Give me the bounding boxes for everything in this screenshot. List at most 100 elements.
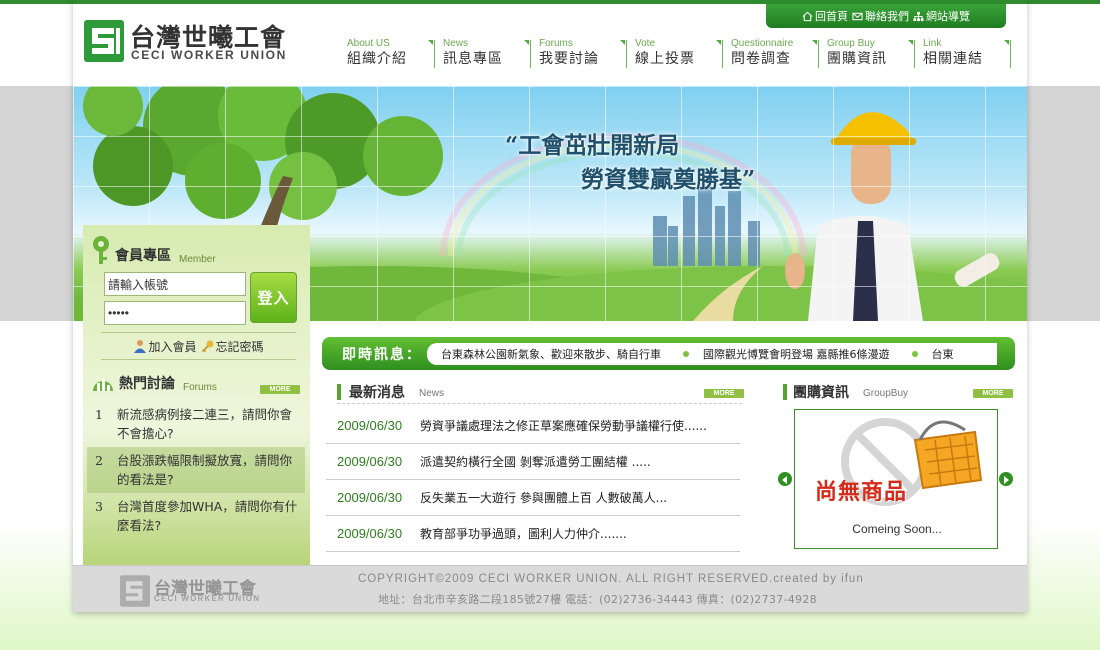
sitemap-link[interactable]: 網站導覽 bbox=[913, 8, 970, 24]
hot-forum-item[interactable]: 3 台灣首度參加WHA，請問你有什麼看法? bbox=[87, 493, 305, 539]
groupbuy-prev-button[interactable] bbox=[778, 472, 792, 486]
member-title-en: Member bbox=[179, 254, 216, 265]
nav-forums-en: Forums bbox=[539, 38, 573, 49]
nav-forums[interactable]: Forums 我要討論 bbox=[533, 38, 629, 72]
user-icon bbox=[134, 340, 147, 353]
groupbuy-title: 團購資訊 bbox=[793, 385, 849, 401]
banner-slogan-line2: 勞資雙贏奠勝基” bbox=[581, 166, 756, 193]
hot-forum-text: 台灣首度參加WHA，請問你有什麼看法? bbox=[117, 499, 298, 533]
account-input[interactable] bbox=[104, 272, 246, 296]
password-input[interactable] bbox=[104, 301, 246, 325]
nav-vote[interactable]: Vote 線上投票 bbox=[629, 38, 725, 72]
section-marker bbox=[337, 384, 341, 400]
nav-forums-zh: 我要討論 bbox=[539, 51, 599, 67]
member-links: 加入會員 忘記密碼 bbox=[101, 332, 296, 360]
news-item[interactable]: 2009/06/30 勞資爭議處理法之修正草案應確保勞動爭議權行使...... bbox=[326, 408, 740, 444]
nav-separator bbox=[434, 40, 435, 68]
ticker-item[interactable]: 台東 bbox=[918, 346, 954, 362]
key-small-icon bbox=[201, 340, 213, 353]
nav-news[interactable]: News 訊息專區 bbox=[437, 38, 533, 72]
ticker-label: 即時訊息： bbox=[342, 347, 422, 363]
nav-corner-icon bbox=[524, 40, 529, 45]
home-icon bbox=[802, 11, 813, 21]
site-footer: 台灣世曦工會 CECI WORKER UNION COPYRIGHT©2009 … bbox=[73, 565, 1027, 612]
forgot-password-link[interactable]: 忘記密碼 bbox=[201, 338, 264, 355]
utility-links: 回首頁 聯絡我們 網站導覽 bbox=[766, 4, 1006, 28]
nav-separator bbox=[722, 40, 723, 68]
nav-link-zh: 相關連結 bbox=[923, 51, 983, 67]
hot-forums-list: 1 新流感病例接二連三，請問你會不會擔心? 2 台股漲跌幅限制擬放寬，請問你的看… bbox=[87, 401, 305, 539]
hot-forums-title: 熱門討論 bbox=[119, 376, 175, 392]
nav-corner-icon bbox=[812, 40, 817, 45]
nav-separator bbox=[818, 40, 819, 68]
ticker-item[interactable]: 台東森林公園新氣象、歡迎來散步、騎自行車 bbox=[427, 346, 661, 362]
news-item[interactable]: 2009/06/30 教育部爭功爭過頭，圖利人力仲介....... bbox=[326, 516, 740, 552]
sitemap-link-label: 網站導覽 bbox=[926, 10, 970, 23]
arrow-right-icon bbox=[1004, 476, 1009, 484]
news-ticker: 即時訊息： 台東森林公園新氣象、歡迎來散步、騎自行車 國際觀光博覽會明登場 嘉縣… bbox=[322, 337, 1015, 370]
nav-separator bbox=[914, 40, 915, 68]
nav-about-en: About US bbox=[347, 38, 390, 49]
nav-news-en: News bbox=[443, 38, 469, 49]
news-more-button[interactable]: MORE bbox=[704, 389, 744, 398]
no-product-label: 尚無商品 bbox=[815, 479, 908, 505]
nav-questionnaire[interactable]: Questionnaire 問卷調查 bbox=[725, 38, 821, 72]
bar-chart-icon bbox=[93, 379, 113, 391]
news-title-text: 反失業五一大遊行 參與團體上百 人數破萬人... bbox=[420, 491, 668, 505]
hot-forum-number: 2 bbox=[95, 453, 103, 468]
news-item[interactable]: 2009/06/30 反失業五一大遊行 參與團體上百 人數破萬人... bbox=[326, 480, 740, 516]
left-sidebar: 會員專區 Member 登入 加入會員 忘記密碼 熱門討論 Forums MOR… bbox=[83, 225, 310, 565]
mail-icon bbox=[852, 12, 863, 20]
nav-news-zh: 訊息專區 bbox=[443, 51, 503, 67]
arrow-left-icon bbox=[782, 476, 787, 484]
nav-separator bbox=[626, 40, 627, 68]
site-logo[interactable]: 台灣世曦工會 CECI WORKER UNION bbox=[84, 18, 294, 66]
hot-forum-item[interactable]: 2 台股漲跌幅限制擬放寬，請問你的看法是? bbox=[87, 447, 305, 493]
login-button[interactable]: 登入 bbox=[250, 272, 297, 323]
groupbuy-title-en: GroupBuy bbox=[863, 388, 909, 399]
nav-vote-en: Vote bbox=[635, 38, 656, 49]
news-title: 最新消息 bbox=[349, 385, 405, 401]
site-header: 台灣世曦工會 CECI WORKER UNION 回首頁 聯絡我們 網站導覽 A… bbox=[73, 0, 1027, 86]
nav-groupbuy-zh: 團購資訊 bbox=[827, 51, 887, 67]
address-text: 地址：台北市辛亥路二段185號27樓 電話：(02)2736-34443 傳真：… bbox=[378, 593, 817, 606]
hot-forums-more-button[interactable]: MORE bbox=[260, 385, 300, 394]
groupbuy-product-box[interactable]: 尚無商品 Comeing Soon... bbox=[794, 409, 998, 549]
news-title-text: 派遣契約橫行全國 剝奪派遣勞工團結權 ..... bbox=[420, 455, 651, 469]
nav-corner-icon bbox=[716, 40, 721, 45]
member-section-header: 會員專區 Member bbox=[91, 235, 216, 265]
contact-link-label: 聯絡我們 bbox=[865, 10, 909, 23]
hot-forum-text: 新流感病例接二連三，請問你會不會擔心? bbox=[117, 407, 293, 441]
home-link[interactable]: 回首頁 bbox=[802, 8, 848, 24]
nav-link[interactable]: Link 相關連結 bbox=[917, 38, 1013, 72]
ticker-item[interactable]: 國際觀光博覽會明登場 嘉縣推6條漫遊 bbox=[689, 346, 890, 362]
groupbuy-next-button[interactable] bbox=[999, 472, 1013, 486]
key-icon bbox=[93, 236, 109, 264]
union-logo-icon bbox=[84, 20, 124, 62]
news-date: 2009/06/30 bbox=[337, 418, 403, 433]
sitemap-icon bbox=[913, 11, 924, 21]
coming-soon-label: Comeing Soon... bbox=[852, 522, 942, 536]
hot-forum-number: 3 bbox=[95, 499, 103, 514]
nav-groupbuy-en: Group Buy bbox=[827, 38, 875, 49]
news-item[interactable]: 2009/06/30 派遣契約橫行全國 剝奪派遣勞工團結權 ..... bbox=[326, 444, 740, 480]
contact-link[interactable]: 聯絡我們 bbox=[852, 8, 909, 24]
groupbuy-section-header: 團購資訊 GroupBuy MORE bbox=[781, 382, 1013, 404]
news-section-header: 最新消息 News MORE bbox=[337, 382, 744, 404]
news-title-text: 勞資爭議處理法之修正草案應確保勞動爭議權行使...... bbox=[420, 419, 707, 433]
nav-about-zh: 組織介紹 bbox=[347, 51, 407, 67]
groupbuy-more-button[interactable]: MORE bbox=[973, 389, 1013, 398]
nav-corner-icon bbox=[1004, 40, 1009, 45]
nav-about[interactable]: About US 組織介紹 bbox=[341, 38, 437, 72]
nav-separator bbox=[530, 40, 531, 68]
hot-forum-item[interactable]: 1 新流感病例接二連三，請問你會不會擔心? bbox=[87, 401, 305, 447]
forgot-password-label: 忘記密碼 bbox=[215, 339, 264, 354]
join-member-link[interactable]: 加入會員 bbox=[133, 338, 197, 355]
home-link-label: 回首頁 bbox=[815, 10, 848, 23]
news-date: 2009/06/30 bbox=[337, 526, 403, 541]
nav-questionnaire-zh: 問卷調查 bbox=[731, 51, 791, 67]
member-title: 會員專區 bbox=[115, 248, 171, 264]
hot-forums-title-en: Forums bbox=[183, 382, 217, 393]
news-date: 2009/06/30 bbox=[337, 490, 403, 505]
nav-groupbuy[interactable]: Group Buy 團購資訊 bbox=[821, 38, 917, 72]
